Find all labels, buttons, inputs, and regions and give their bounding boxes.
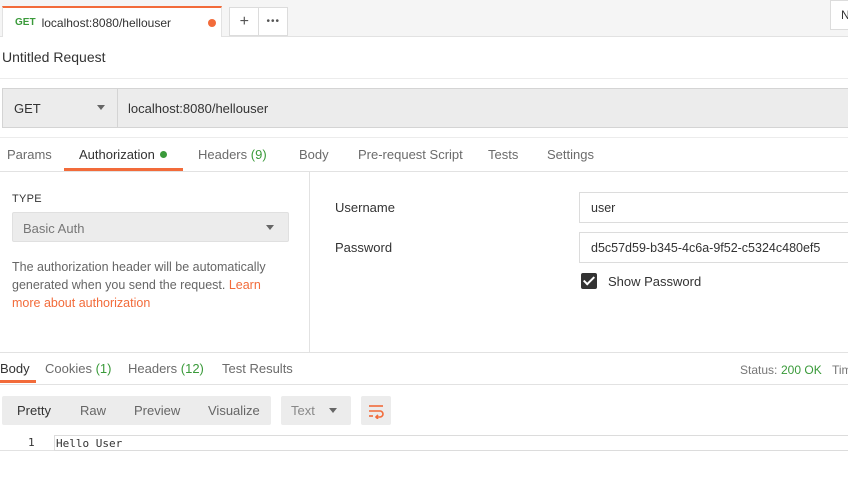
format-value: Text <box>291 403 315 418</box>
tab-headers[interactable]: Headers (9) <box>198 138 267 172</box>
tab-label: Cookies <box>45 361 92 376</box>
environment-selector[interactable]: N <box>830 0 848 30</box>
response-body-text[interactable]: Hello User <box>54 435 848 451</box>
show-password-checkbox[interactable] <box>581 273 597 289</box>
auth-type-panel: TYPE Basic Auth The authorization header… <box>0 172 310 352</box>
auth-description: The authorization header will be automat… <box>12 258 292 312</box>
response-tab-headers[interactable]: Headers (12) <box>128 361 204 376</box>
chevron-down-icon <box>329 408 337 413</box>
url-input[interactable]: localhost:8080/hellouser <box>117 88 848 128</box>
time-label: Tim <box>832 363 848 377</box>
chevron-down-icon <box>266 225 274 230</box>
active-tab-underline <box>64 168 183 171</box>
tab-params[interactable]: Params <box>7 138 52 172</box>
request-tab-url: localhost:8080/hellouser <box>41 15 171 30</box>
tab-label: Body <box>0 361 30 376</box>
tab-label: Pre-request Script <box>358 147 463 162</box>
tab-bar: GET localhost:8080/hellouser + ••• N <box>0 0 848 37</box>
username-label: Username <box>335 200 395 215</box>
method-select[interactable]: GET <box>2 88 118 128</box>
tab-count: (9) <box>250 147 267 162</box>
tab-actions: + ••• <box>229 7 288 36</box>
status-label: Status: <box>740 363 778 377</box>
new-tab-button[interactable]: + <box>230 8 258 35</box>
status-badge[interactable]: 200 OK <box>781 363 822 377</box>
line-number: 1 <box>28 436 35 449</box>
tab-label: Test Results <box>222 361 293 376</box>
auth-credentials-panel: Username user Password d5c57d59-b345-4c6… <box>311 172 848 352</box>
request-tab-method: GET <box>15 17 36 28</box>
request-tabs: Params Authorization Headers (9) Body Pr… <box>0 138 848 172</box>
tab-body[interactable]: Body <box>299 138 329 172</box>
username-input[interactable]: user <box>579 192 848 223</box>
request-title-row: Untitled Request <box>0 37 848 79</box>
wrap-lines-button[interactable] <box>361 396 391 425</box>
response-editor[interactable]: 1 Hello User <box>0 435 848 451</box>
auth-type-value: Basic Auth <box>23 221 85 236</box>
url-bar: GET localhost:8080/hellouser <box>0 79 848 138</box>
type-label: TYPE <box>12 193 42 205</box>
tab-label: Tests <box>488 147 519 162</box>
active-response-tab-underline <box>0 380 36 383</box>
chevron-down-icon <box>97 105 105 110</box>
tab-label: Authorization <box>79 147 155 162</box>
password-input[interactable]: d5c57d59-b345-4c6a-9f52-c5324c480ef5 <box>579 232 848 263</box>
tab-label: Body <box>299 147 329 162</box>
request-tab[interactable]: GET localhost:8080/hellouser <box>2 6 222 37</box>
auth-description-text: The authorization header will be automat… <box>12 260 266 292</box>
tab-pre-request-script[interactable]: Pre-request Script <box>358 138 463 172</box>
more-tabs-button[interactable]: ••• <box>258 8 287 35</box>
response-tab-cookies[interactable]: Cookies (1) <box>45 361 111 376</box>
tab-label: Headers <box>128 361 178 376</box>
response-tabs: Body Cookies (1) Headers (12) Test Resul… <box>0 352 848 385</box>
active-indicator-icon <box>159 151 167 158</box>
password-label: Password <box>335 240 393 255</box>
tab-count: (12) <box>180 361 204 376</box>
show-password-label[interactable]: Show Password <box>608 274 701 289</box>
tab-label: Settings <box>547 147 594 162</box>
response-tab-test-results[interactable]: Test Results <box>222 361 293 376</box>
wrap-lines-icon <box>369 404 384 419</box>
method-value: GET <box>14 100 41 116</box>
view-pretty-button[interactable]: Pretty <box>17 403 51 418</box>
tab-authorization[interactable]: Authorization <box>79 138 167 172</box>
tab-settings[interactable]: Settings <box>547 138 594 172</box>
format-select[interactable]: Text <box>281 396 351 425</box>
tab-count: (1) <box>95 361 112 376</box>
response-tab-body[interactable]: Body <box>0 361 30 376</box>
tab-label: Headers <box>198 147 248 162</box>
unsaved-indicator-icon <box>208 19 216 27</box>
view-visualize-button[interactable]: Visualize <box>208 403 260 418</box>
auth-type-select[interactable]: Basic Auth <box>12 212 289 242</box>
request-title[interactable]: Untitled Request <box>2 49 106 65</box>
view-raw-button[interactable]: Raw <box>80 403 106 418</box>
tab-tests[interactable]: Tests <box>488 138 518 172</box>
tab-label: Params <box>7 147 52 162</box>
view-preview-button[interactable]: Preview <box>134 403 180 418</box>
view-mode-group: Pretty Raw Preview Visualize <box>2 396 271 425</box>
